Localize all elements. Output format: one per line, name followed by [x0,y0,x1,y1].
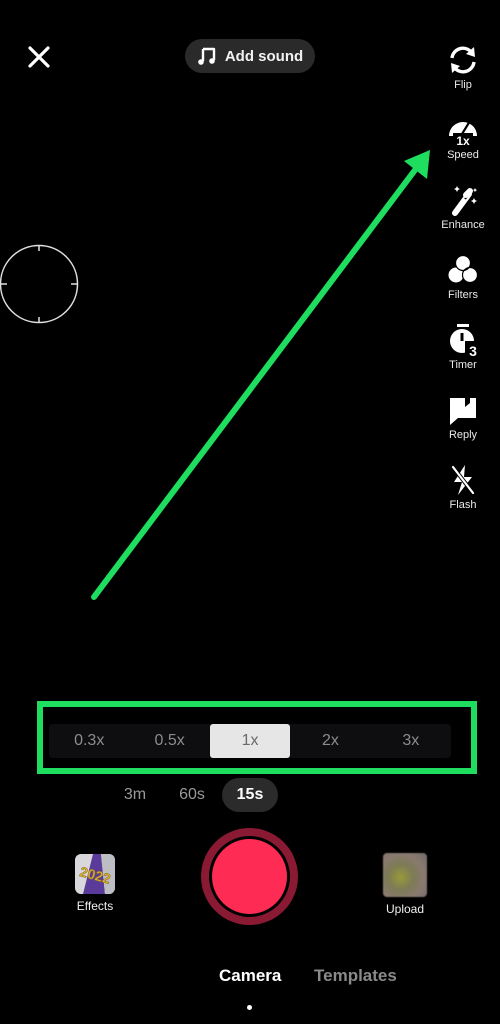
effects-label: Effects [76,899,114,913]
flash-off-icon [451,465,475,495]
duration-3m[interactable]: 3m [116,778,154,812]
tool-flash-label: Flash [449,499,477,511]
record-button[interactable] [201,828,298,925]
active-mode-indicator [247,1005,252,1010]
timer-badge: 3 [469,343,477,358]
duration-60s[interactable]: 60s [170,778,214,812]
annotation-arrow-head [404,150,430,179]
tool-filters[interactable]: Filters [438,252,488,301]
filters-icon [448,254,479,284]
record-button-core [212,839,287,914]
annotation-arrow-shaft [91,167,418,600]
upload-label: Upload [385,902,425,916]
tab-templates[interactable]: Templates [314,966,397,986]
tool-timer-label: Timer [449,359,477,371]
tool-enhance[interactable]: Enhance [438,182,488,231]
close-button[interactable] [24,42,54,72]
effects-thumbnail: 2022 [75,854,115,894]
speed-option-0.5x[interactable]: 0.5x [129,724,209,758]
speed-option-1x[interactable]: 1x [209,724,291,758]
focus-ring-icon [0,244,79,324]
speed-option-3x[interactable]: 3x [371,724,451,758]
flip-camera-icon [450,46,476,74]
timer-icon: 3 [450,324,481,358]
speed-option-0.3x[interactable]: 0.3x [49,724,129,758]
tool-enhance-label: Enhance [441,219,485,231]
tool-reply[interactable]: Reply [438,392,488,441]
tool-filters-label: Filters [448,289,478,301]
reply-icon [450,398,476,425]
upload-button[interactable]: Upload [380,853,430,916]
tool-flash[interactable]: Flash [438,462,488,511]
add-sound-label: Add sound [224,47,304,65]
speed-selector: 0.3x 0.5x 1x 2x 3x [49,724,451,758]
tool-timer[interactable]: 3 Timer [438,322,488,371]
effects-button[interactable]: 2022 Effects [70,854,120,913]
tab-camera[interactable]: Camera [219,966,281,986]
music-note-icon [198,47,216,65]
tool-speed[interactable]: 1x Speed [438,112,488,161]
speed-option-2x[interactable]: 2x [290,724,370,758]
close-icon [28,46,50,68]
tool-flip[interactable]: Flip [438,42,488,91]
speed-gauge-icon: 1x [449,120,477,148]
tool-speed-label: Speed [447,149,479,161]
upload-thumbnail [383,853,427,897]
tool-reply-label: Reply [448,429,478,441]
magic-wand-icon [452,186,478,216]
add-sound-button[interactable]: Add sound [185,39,315,73]
duration-selector: 3m 60s 15s [0,778,500,812]
duration-15s[interactable]: 15s [222,778,278,812]
speed-badge: 1x [456,134,470,148]
tool-flip-label: Flip [454,79,472,91]
